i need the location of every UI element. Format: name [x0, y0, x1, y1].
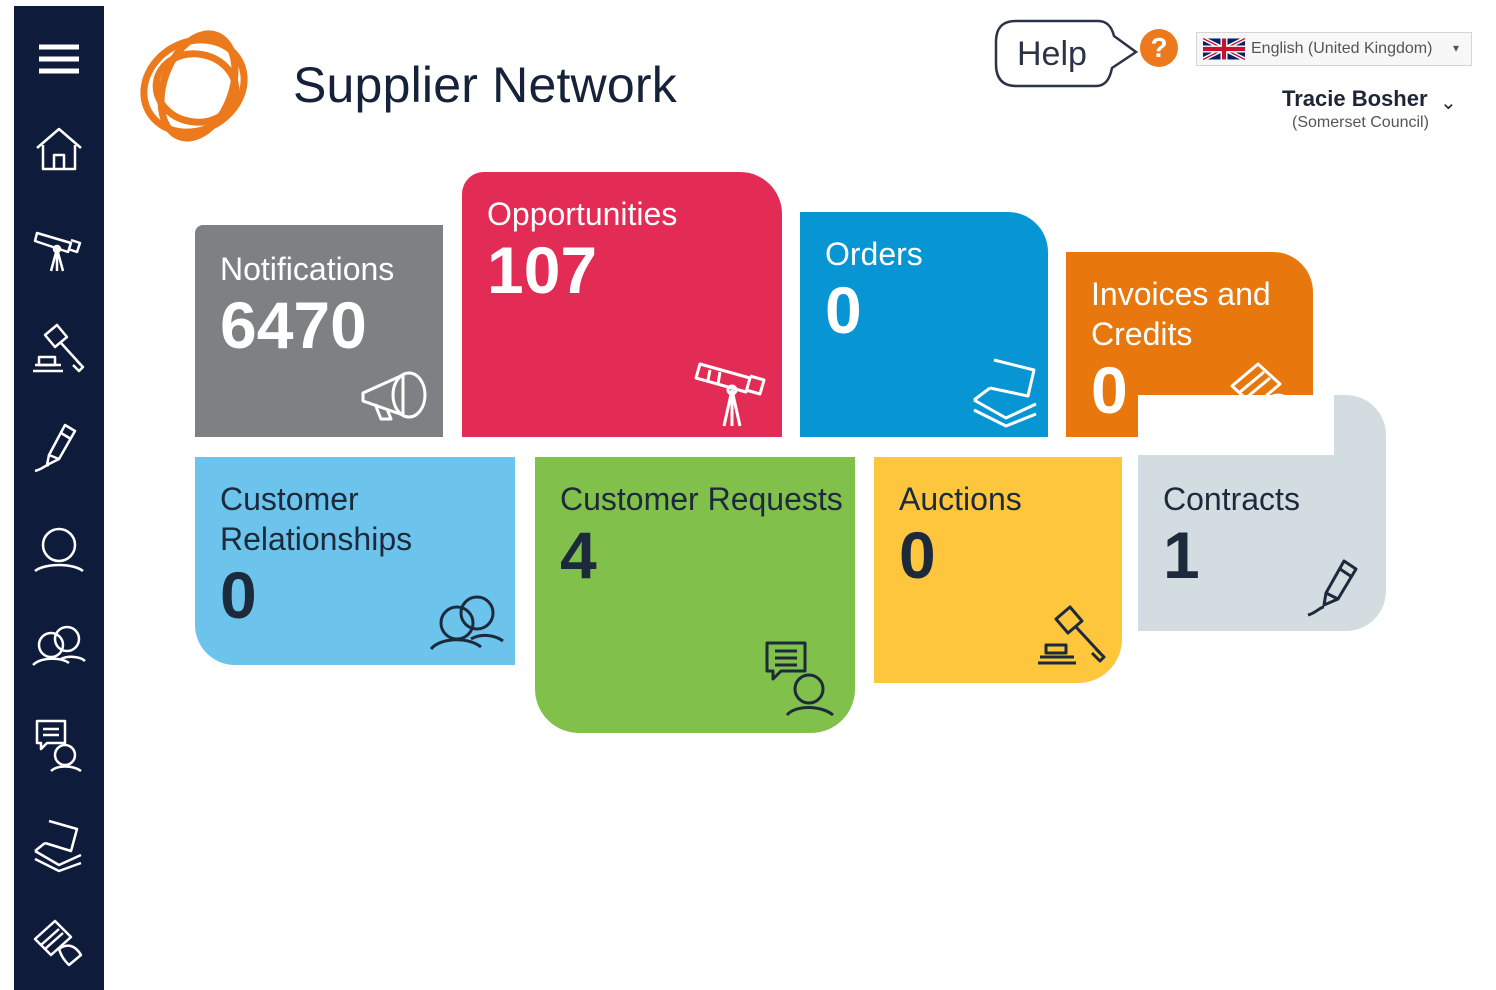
papers-icon	[970, 356, 1040, 430]
papers-icon	[34, 819, 82, 873]
person-icon	[34, 527, 84, 573]
sidebar-item-orders[interactable]	[14, 810, 104, 880]
pen-icon	[1306, 557, 1366, 619]
gavel-icon	[1034, 603, 1110, 665]
tile-count: 0	[825, 273, 862, 347]
language-label: English (United Kingdom)	[1251, 40, 1433, 57]
people-icon	[429, 591, 505, 653]
tile-count: 107	[487, 233, 598, 307]
chat-person-icon	[35, 719, 82, 773]
sidebar-item-customer-requests[interactable]	[14, 710, 104, 780]
tile-customer-relationships[interactable]: Customer Relationships 0	[195, 457, 515, 665]
user-menu[interactable]: Tracie Bosher	[1282, 86, 1428, 112]
gavel-icon	[33, 323, 85, 373]
tile-label: Notifications	[220, 251, 395, 287]
page-title: Supplier Network	[293, 57, 677, 113]
tile-label: Customer Relationships	[220, 481, 413, 557]
tile-count: 6470	[220, 288, 367, 362]
user-menu-chevron-icon[interactable]: ⌄	[1440, 90, 1457, 115]
telescope-icon	[33, 231, 82, 272]
sidebar	[14, 6, 104, 990]
user-organisation: (Somerset Council)	[1292, 114, 1429, 131]
tile-count: 4	[560, 518, 597, 592]
sidebar-item-invoices[interactable]	[14, 908, 104, 978]
chat-person-icon	[763, 639, 837, 717]
invoice-icon	[33, 919, 83, 967]
help-label: Help	[1017, 35, 1087, 73]
sidebar-item-profile[interactable]	[14, 514, 104, 584]
home-icon	[36, 127, 82, 171]
tile-orders[interactable]: Orders 0	[800, 212, 1048, 437]
language-select[interactable]: English (United Kingdom) ▾	[1196, 32, 1472, 66]
uk-flag-icon	[1203, 38, 1245, 60]
supplier-network-logo	[140, 30, 248, 142]
telescope-icon	[694, 356, 774, 428]
megaphone-icon	[359, 367, 433, 423]
help-button[interactable]: Help	[990, 18, 1140, 98]
pen-icon	[34, 423, 77, 473]
people-icon	[32, 625, 86, 666]
tile-label: Orders	[825, 236, 923, 272]
tile-label: Auctions	[899, 481, 1022, 517]
sidebar-item-customer-relationships[interactable]	[14, 610, 104, 680]
menu-icon	[39, 44, 79, 74]
chevron-down-icon: ▾	[1452, 41, 1459, 55]
tile-label: Invoices and Credits	[1091, 276, 1271, 352]
sidebar-item-contracts[interactable]	[14, 412, 104, 482]
tile-label: Opportunities	[487, 196, 678, 232]
tile-label: Customer Requests	[560, 481, 843, 517]
sidebar-menu-button[interactable]	[14, 24, 104, 94]
help-question-icon[interactable]: ?	[1140, 29, 1178, 67]
tile-customer-requests[interactable]: Customer Requests 4	[535, 457, 855, 733]
sidebar-item-auctions[interactable]	[14, 314, 104, 384]
tile-count: 0	[899, 518, 936, 592]
sidebar-item-opportunities[interactable]	[14, 212, 104, 282]
tile-auctions[interactable]: Auctions 0	[874, 457, 1122, 683]
tile-contracts-notch	[1138, 395, 1334, 455]
tile-label: Contracts	[1163, 481, 1300, 517]
sidebar-item-home[interactable]	[14, 114, 104, 184]
tile-notifications[interactable]: Notifications 6470	[195, 225, 443, 437]
tile-opportunities[interactable]: Opportunities 107	[462, 172, 782, 437]
